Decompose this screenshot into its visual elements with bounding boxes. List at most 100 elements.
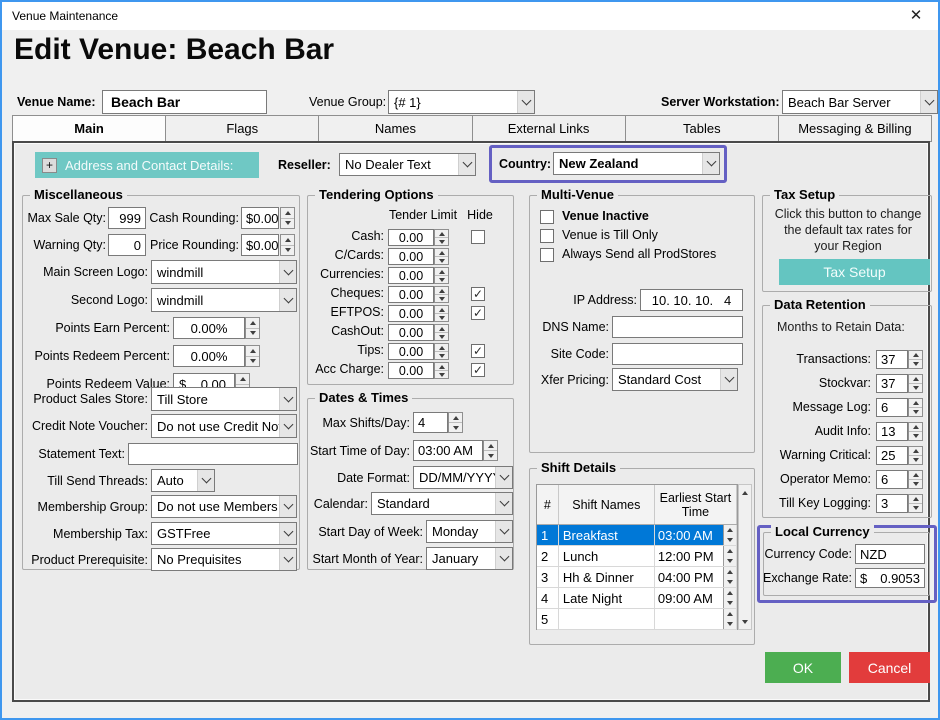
site-code-input[interactable] [612,343,743,365]
retention-input[interactable]: 6 [876,470,908,489]
chevron-down-icon[interactable] [279,388,296,410]
chevron-down-icon[interactable] [517,91,534,113]
exchange-rate-input[interactable]: $ 0.9053 [855,568,925,588]
tender-limit-input[interactable]: 0.00 [388,267,434,284]
tender-limit-spinner[interactable] [434,324,449,341]
dns-name-input[interactable] [612,316,743,338]
retention-spinner[interactable] [908,494,923,513]
tender-limit-input[interactable]: 0.00 [388,362,434,379]
tender-limit-input[interactable]: 0.00 [388,286,434,303]
chevron-down-icon[interactable] [279,261,296,283]
spin-down-icon[interactable] [435,276,448,283]
spin-down-icon[interactable] [909,432,922,440]
retention-input[interactable]: 37 [876,350,908,369]
retention-input[interactable]: 37 [876,374,908,393]
tender-limit-spinner[interactable] [434,248,449,265]
tab-external-links[interactable]: External Links [472,115,626,142]
xfer-pricing-combo[interactable]: Standard Cost [612,368,738,391]
close-icon[interactable]: ✕ [900,2,932,30]
shift-row[interactable]: 4Late Night09:00 AM [537,588,737,609]
spin-down-icon[interactable] [435,295,448,302]
shift-time-spinner[interactable] [723,588,736,608]
tender-limit-spinner[interactable] [434,362,449,379]
cancel-button[interactable]: Cancel [849,652,930,683]
cash-rounding-input[interactable]: $ 0.00 [241,207,279,229]
tab-main[interactable]: Main [12,115,166,142]
ok-button[interactable]: OK [765,652,841,683]
venue-group-combo[interactable]: {# 1} [388,90,535,114]
chevron-down-icon[interactable] [458,154,475,175]
shift-time-cell[interactable] [655,609,737,629]
membership-group-combo[interactable]: Do not use Members [151,495,297,518]
retention-spinner[interactable] [908,470,923,489]
chevron-down-icon[interactable] [702,153,719,174]
shift-name-cell[interactable]: Lunch [559,546,655,566]
chevron-down-icon[interactable] [495,521,512,542]
shift-table-scrollbar[interactable] [738,484,752,630]
tender-limit-spinner[interactable] [434,229,449,246]
points-earn-spinner[interactable] [245,317,260,339]
retention-input[interactable]: 3 [876,494,908,513]
spin-down-icon[interactable] [909,456,922,464]
spin-down-icon[interactable] [724,577,736,587]
spin-up-icon[interactable] [435,268,448,276]
spin-up-icon[interactable] [435,249,448,257]
retention-input[interactable]: 6 [876,398,908,417]
shift-name-cell[interactable]: Breakfast [559,525,655,545]
spin-up-icon[interactable] [909,495,922,504]
retention-spinner[interactable] [908,398,923,417]
scroll-down-icon[interactable] [739,614,751,629]
tender-limit-spinner[interactable] [434,343,449,360]
product-prereq-combo[interactable]: No Prequisites [151,548,297,571]
tender-limit-input[interactable]: 0.00 [388,324,434,341]
second-logo-combo[interactable]: windmill [151,288,297,312]
tender-limit-spinner[interactable] [434,305,449,322]
retention-spinner[interactable] [908,446,923,465]
shift-row[interactable]: 5 [537,609,737,630]
retention-input[interactable]: 25 [876,446,908,465]
shift-time-cell[interactable]: 12:00 PM [655,546,737,566]
chevron-down-icon[interactable] [920,91,937,113]
credit-note-combo[interactable]: Do not use Credit Not [151,414,297,438]
shift-time-spinner[interactable] [723,567,736,587]
spin-up-icon[interactable] [435,363,448,371]
tender-limit-spinner[interactable] [434,286,449,303]
venue-name-input[interactable]: Beach Bar [102,90,267,114]
spin-down-icon[interactable] [724,598,736,608]
tab-names[interactable]: Names [318,115,472,142]
spin-down-icon[interactable] [435,257,448,264]
spin-down-icon[interactable] [435,352,448,359]
hide-checkbox[interactable]: ✓ [471,344,485,358]
tax-setup-button[interactable]: Tax Setup [779,259,930,285]
date-format-combo[interactable]: DD/MM/YYYY [413,466,513,489]
retention-spinner[interactable] [908,350,923,369]
spin-down-icon[interactable] [909,504,922,512]
country-combo[interactable]: New Zealand [553,152,720,175]
spin-up-icon[interactable] [724,525,736,535]
membership-tax-combo[interactable]: GSTFree [151,522,297,545]
multivenue-checkbox[interactable] [540,229,554,243]
chevron-down-icon[interactable] [279,289,296,311]
start-month-combo[interactable]: January [426,547,513,570]
spin-up-icon[interactable] [909,423,922,432]
shift-time-cell[interactable]: 04:00 PM [655,567,737,587]
spin-up-icon[interactable] [435,287,448,295]
spin-down-icon[interactable] [909,408,922,416]
spin-down-icon[interactable] [724,535,736,545]
hide-checkbox[interactable] [471,230,485,244]
spin-up-icon[interactable] [435,325,448,333]
tender-limit-input[interactable]: 0.00 [388,229,434,246]
address-contact-expander[interactable]: + Address and Contact Details: [35,152,259,178]
start-time-input[interactable]: 03:00 AM [413,440,483,461]
points-redeem-pct-input[interactable]: 0.00% [173,345,245,367]
spin-down-icon[interactable] [724,556,736,566]
chevron-down-icon[interactable] [720,369,737,390]
statement-text-input[interactable] [128,443,298,465]
spin-up-icon[interactable] [724,567,736,577]
spin-up-icon[interactable] [724,609,736,619]
tender-limit-input[interactable]: 0.00 [388,343,434,360]
shift-row[interactable]: 3Hh & Dinner04:00 PM [537,567,737,588]
tab-flags[interactable]: Flags [165,115,319,142]
product-store-combo[interactable]: Till Store [151,387,297,411]
shift-time-spinner[interactable] [723,525,736,545]
